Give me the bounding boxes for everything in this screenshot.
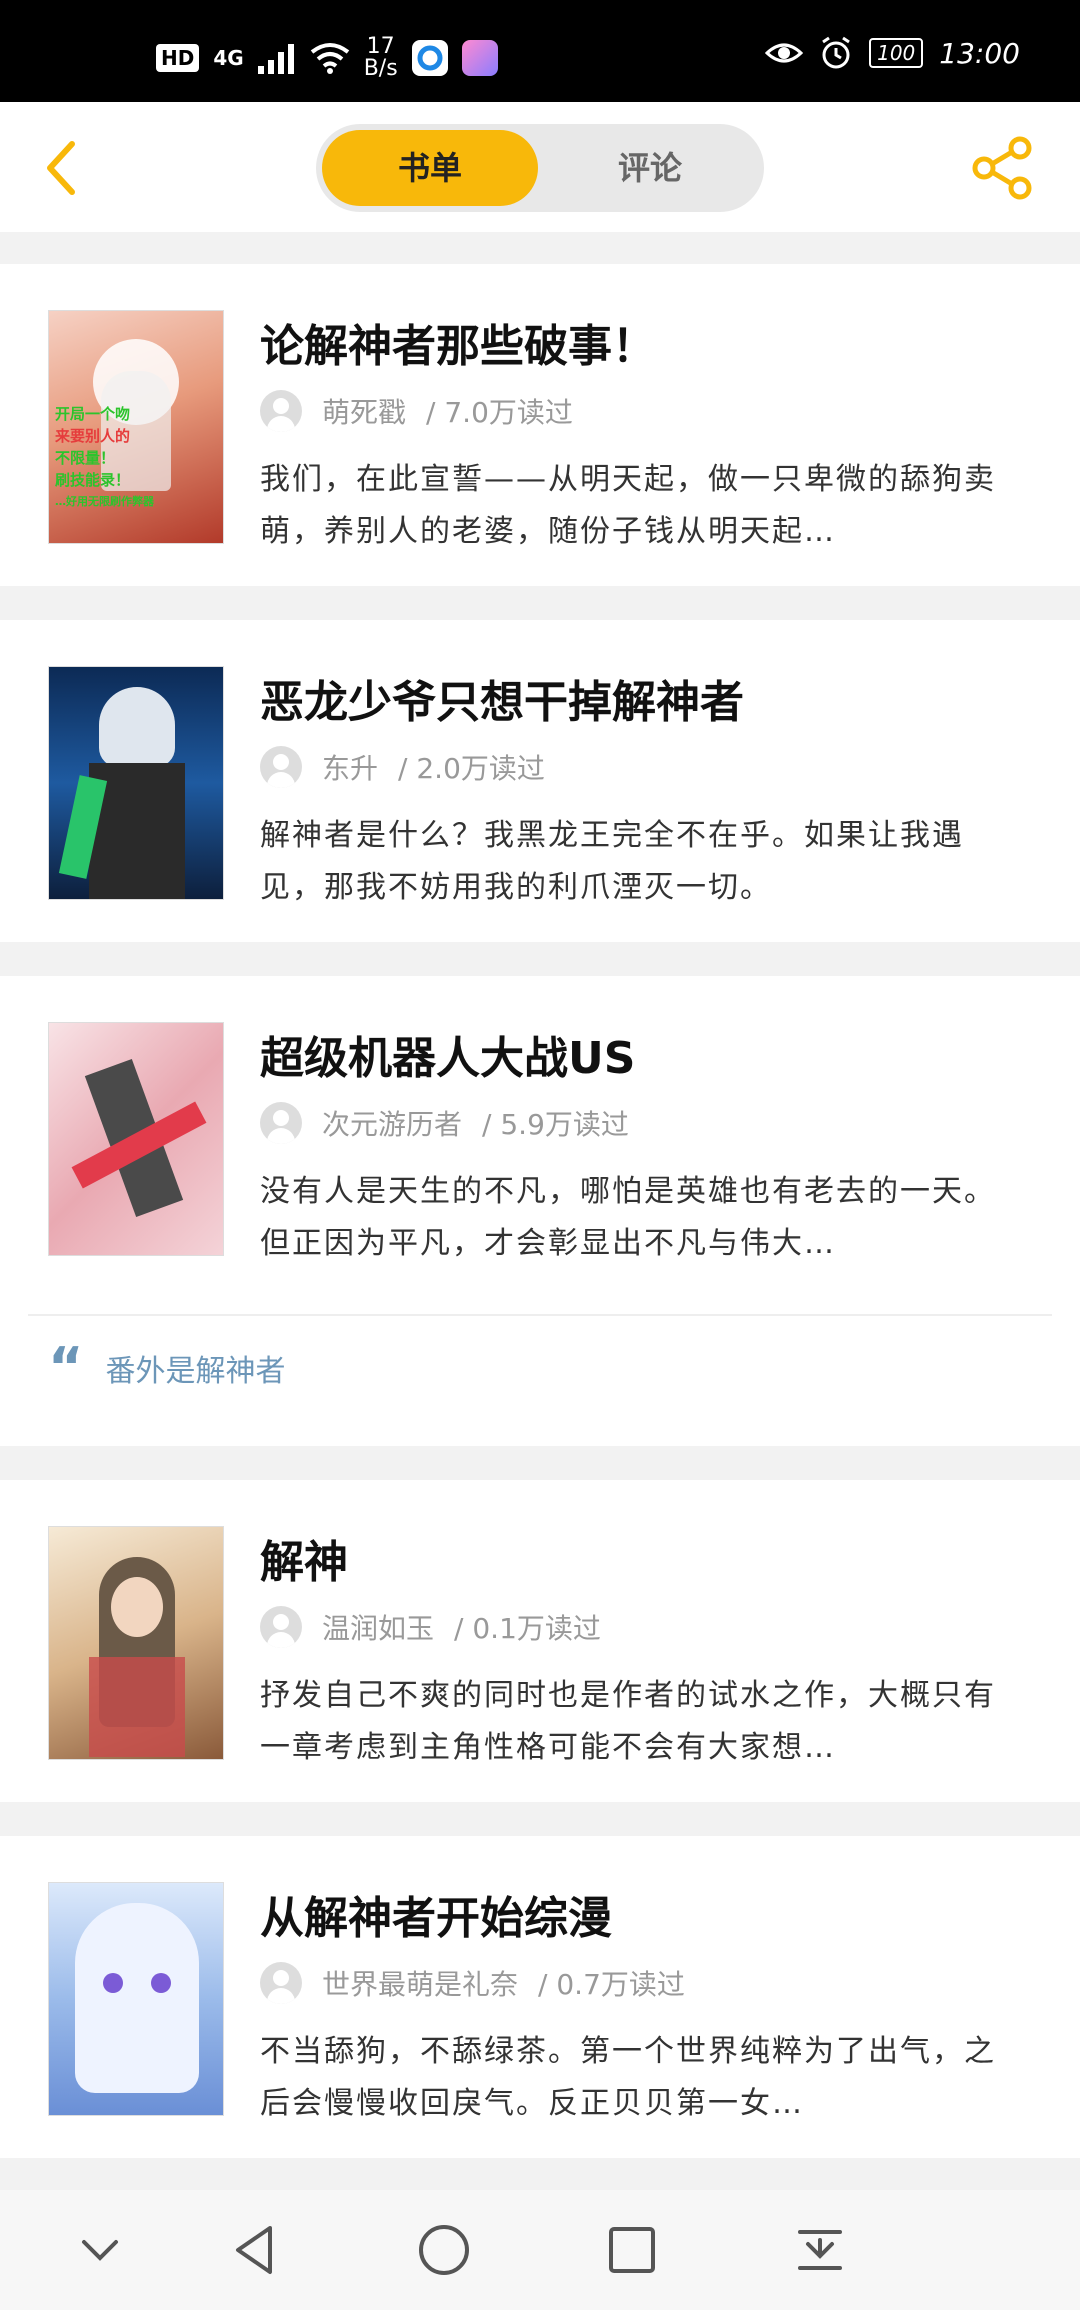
- nav-download-icon[interactable]: [790, 2220, 850, 2280]
- app-notification-icon-2: [461, 40, 498, 76]
- clock: 13:00: [939, 36, 1020, 70]
- book-cover: [48, 1526, 224, 1760]
- back-arrow-icon[interactable]: [42, 138, 82, 198]
- cover-text: 开局一个吻: [55, 405, 131, 423]
- divider: [28, 1314, 1052, 1316]
- speed-value: 17: [366, 34, 395, 59]
- book-cover: [48, 1022, 224, 1256]
- battery-indicator: 100: [869, 38, 924, 68]
- wifi-icon: [310, 43, 349, 74]
- book-card[interactable]: 开局一个吻 来要别人的 不限量！ 刷技能录！ …好用无限刷作弊器 论解神者那些破…: [0, 264, 1080, 586]
- tab-booklist[interactable]: 书单: [322, 130, 538, 206]
- author-name[interactable]: 次元游历者: [322, 1103, 462, 1143]
- book-meta: 东升 / 2.0万读过: [260, 746, 545, 788]
- book-card[interactable]: 从解神者开始综漫 世界最萌是礼奈 / 0.7万读过 不当舔狗，不舔绿茶。第一个世…: [0, 1836, 1080, 2158]
- hd-badge: HD: [156, 44, 200, 72]
- avatar: [260, 746, 302, 788]
- book-meta: 温润如玉 / 0.1万读过: [260, 1606, 601, 1648]
- book-description: 解神者是什么？我黑龙王完全不在乎。如果让我遇见，那我不妨用我的利爪湮灭一切。: [260, 818, 964, 905]
- book-description: 我们，在此宣誓——从明天起，做一只卑微的舔狗卖萌，养别人的老婆，随份子钱从明天起…: [260, 462, 996, 549]
- book-card[interactable]: 解神 温润如玉 / 0.1万读过 抒发自己不爽的同时也是作者的试水之作，大概只有…: [0, 1480, 1080, 1802]
- segmented-tabs: 书单 评论: [316, 124, 764, 212]
- book-card[interactable]: 恶龙少爷只想干掉解神者 东升 / 2.0万读过 解神者是什么？我黑龙王完全不在乎…: [0, 620, 1080, 942]
- book-cover: [48, 1882, 224, 2116]
- book-comment: “ 番外是解神者: [48, 1336, 286, 1399]
- app-notification-icon: [411, 40, 448, 76]
- author-name[interactable]: 东升: [322, 747, 378, 787]
- book-cover: [48, 666, 224, 900]
- author-name[interactable]: 萌死戳: [322, 391, 406, 431]
- cover-text: …好用无限刷作弊器: [55, 495, 154, 508]
- book-cover: 开局一个吻 来要别人的 不限量！ 刷技能录！ …好用无限刷作弊器: [48, 310, 224, 544]
- eye-icon: [765, 43, 804, 63]
- read-count: / 5.9万读过: [482, 1108, 629, 1141]
- book-meta: 世界最萌是礼奈 / 0.7万读过: [260, 1962, 685, 2004]
- nav-home-icon[interactable]: [414, 2220, 474, 2280]
- book-title[interactable]: 恶龙少爷只想干掉解神者: [260, 666, 744, 730]
- author-name[interactable]: 温润如玉: [322, 1607, 434, 1647]
- share-icon[interactable]: [970, 136, 1034, 200]
- alarm-icon: [822, 36, 850, 69]
- author-name[interactable]: 世界最萌是礼奈: [322, 1963, 518, 2003]
- nav-back-icon[interactable]: [226, 2220, 286, 2280]
- book-description: 没有人是天生的不凡，哪怕是英雄也有老去的一天。但正因为平凡，才会彰显出不凡与伟大…: [260, 1174, 996, 1261]
- cover-text: 不限量！: [55, 449, 116, 467]
- avatar: [260, 1962, 302, 2004]
- read-count: / 0.7万读过: [538, 1968, 685, 2001]
- avatar: [260, 390, 302, 432]
- book-description: 抒发自己不爽的同时也是作者的试水之作，大概只有一章考虑到主角性格可能不会有大家想…: [260, 1678, 996, 1765]
- network-speed: 17 B/s: [364, 36, 398, 80]
- signal-icon: [257, 44, 294, 74]
- avatar: [260, 1606, 302, 1648]
- book-description: 不当舔狗，不舔绿茶。第一个世界纯粹为了出气，之后会慢慢收回戾气。反正贝贝第一女…: [260, 2034, 996, 2121]
- cover-text: 刷技能录！: [55, 471, 131, 489]
- book-meta: 萌死戳 / 7.0万读过: [260, 390, 573, 432]
- chevron-down-icon[interactable]: [70, 2220, 130, 2280]
- cover-text: 来要别人的: [55, 427, 131, 445]
- book-meta: 次元游历者 / 5.9万读过: [260, 1102, 629, 1144]
- read-count: / 0.1万读过: [454, 1612, 601, 1645]
- book-title[interactable]: 解神: [260, 1526, 348, 1590]
- read-count: / 2.0万读过: [398, 752, 545, 785]
- book-card[interactable]: 超级机器人大战US 次元游历者 / 5.9万读过 没有人是天生的不凡，哪怕是英雄…: [0, 976, 1080, 1446]
- top-bar: 书单 评论: [0, 102, 1080, 232]
- book-title[interactable]: 论解神者那些破事！: [260, 310, 656, 374]
- comment-text: 番外是解神者: [105, 1354, 286, 1389]
- book-title[interactable]: 从解神者开始综漫: [260, 1882, 612, 1946]
- network-type: 4G: [213, 46, 244, 70]
- tab-comments[interactable]: 评论: [542, 130, 758, 206]
- status-bar: HD 4G 17 B/s 100 13:00: [0, 0, 1080, 102]
- avatar: [260, 1102, 302, 1144]
- quote-icon: “: [48, 1336, 84, 1399]
- book-title[interactable]: 超级机器人大战US: [260, 1022, 635, 1086]
- nav-recents-icon[interactable]: [602, 2220, 662, 2280]
- speed-unit: B/s: [363, 56, 398, 81]
- read-count: / 7.0万读过: [426, 396, 573, 429]
- system-nav-bar: [0, 2190, 1080, 2310]
